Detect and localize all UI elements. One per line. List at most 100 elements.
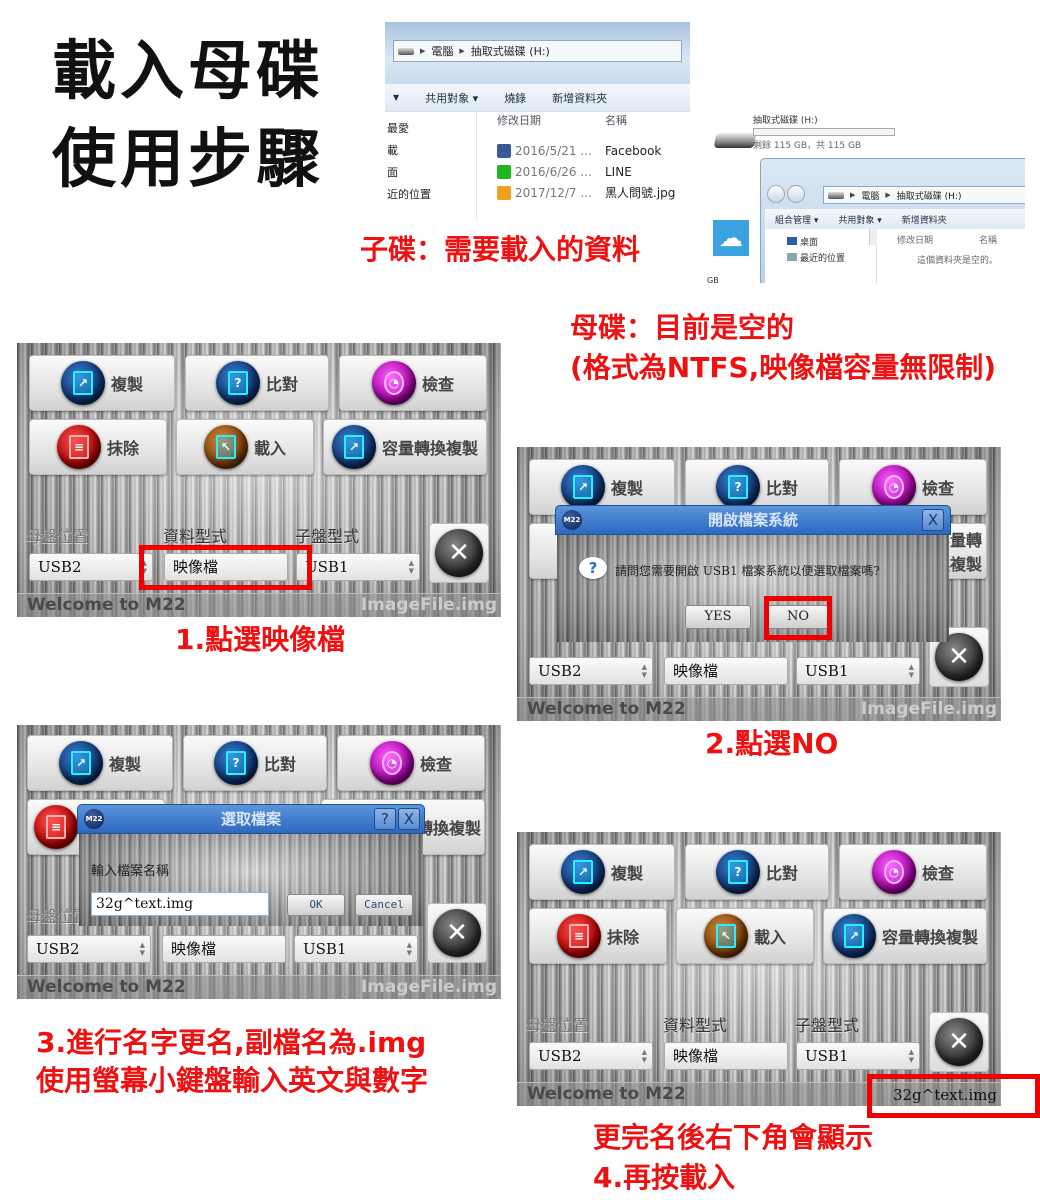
nav-label: 桌面 bbox=[800, 237, 819, 248]
column-modified[interactable]: 修改日期 bbox=[497, 112, 605, 128]
erase-button[interactable]: ≡ 抹除 bbox=[529, 908, 667, 964]
data-type-select[interactable]: 映像檔 bbox=[664, 1042, 788, 1070]
column-name[interactable]: 名稱 bbox=[605, 112, 627, 128]
nav-item-favorites[interactable]: 最愛 bbox=[385, 120, 476, 142]
organize-button[interactable]: 組合管理 ▾ bbox=[775, 213, 818, 226]
column-headers: 修改日期 名稱 bbox=[897, 233, 997, 246]
help-button[interactable]: ? bbox=[374, 808, 396, 830]
copy-icon: ↗ bbox=[58, 741, 103, 785]
wrench-icon: ✕ bbox=[935, 1018, 983, 1066]
yes-button[interactable]: YES bbox=[685, 605, 751, 629]
breadcrumb-computer[interactable]: 電腦 bbox=[861, 189, 879, 202]
select-value: USB1 bbox=[805, 662, 849, 680]
breadcrumb-drive[interactable]: 抽取式磁碟 (H:) bbox=[471, 43, 550, 59]
nav-item-downloads[interactable]: 載 bbox=[385, 142, 476, 164]
breadcrumb-computer[interactable]: 電腦 bbox=[431, 43, 453, 59]
copy-icon: ↗ bbox=[560, 465, 605, 509]
file-row[interactable]: 2017/12/7 ... 黑人問號.jpg bbox=[497, 182, 675, 203]
nav-item-recent[interactable]: 近的位置 bbox=[385, 186, 476, 208]
dialog-titlebar: M22 開啟檔案系統 X bbox=[555, 505, 951, 535]
settings-button[interactable]: ✕ bbox=[429, 523, 489, 583]
child-type-label: 子盤型式 bbox=[295, 527, 360, 546]
breadcrumb-arrow-icon: ▶ bbox=[459, 47, 465, 55]
welcome-text: Welcome to M22 bbox=[27, 977, 186, 997]
drive-label: 抽取式磁碟 (H:) bbox=[753, 116, 818, 126]
address-bar[interactable]: ▶ 電腦 ▶ 抽取式磁碟 (H:) bbox=[823, 186, 1025, 204]
close-button[interactable]: X bbox=[398, 808, 420, 830]
mother-location-select[interactable]: USB2 ▲ ▼ bbox=[529, 657, 653, 685]
compare-button[interactable]: ? 比對 bbox=[185, 355, 329, 411]
settings-button[interactable]: ✕ bbox=[427, 903, 487, 963]
data-type-select[interactable]: 映像檔 bbox=[664, 657, 788, 685]
cancel-button[interactable]: Cancel bbox=[355, 894, 413, 916]
button-label: 載入 bbox=[753, 928, 786, 947]
nav-item-recent[interactable]: 最近的位置 bbox=[787, 249, 876, 265]
share-with-button[interactable]: 共用對象 ▾ bbox=[838, 213, 881, 226]
button-label: 比對 bbox=[765, 864, 798, 883]
check-button[interactable]: ◔ 檢查 bbox=[339, 355, 487, 411]
nav-item-desktop[interactable]: 面 bbox=[385, 164, 476, 186]
settings-button[interactable]: ✕ bbox=[929, 1012, 989, 1072]
check-button[interactable]: ◔ 檢查 bbox=[337, 735, 485, 791]
column-headers: 修改日期 名稱 bbox=[497, 112, 627, 128]
check-icon: ◔ bbox=[371, 361, 416, 405]
copy-button[interactable]: ↗ 複製 bbox=[27, 735, 173, 791]
load-button[interactable]: ↖ 載入 bbox=[176, 419, 314, 475]
close-button[interactable]: X bbox=[922, 509, 944, 531]
data-type-label: 資料型式 bbox=[163, 527, 228, 546]
file-date: 2017/12/7 ... bbox=[515, 185, 592, 200]
erase-button[interactable]: ≡ 抹除 bbox=[29, 419, 167, 475]
removable-drive-icon bbox=[713, 133, 757, 148]
child-type-select[interactable]: USB1 ▲ ▼ bbox=[796, 1042, 920, 1070]
dialog-title: 選取檔案 bbox=[220, 810, 281, 828]
breadcrumb-drive[interactable]: 抽取式磁碟 (H:) bbox=[897, 189, 962, 202]
filename-input[interactable]: 32g^text.img bbox=[91, 892, 269, 916]
annotation-mother-disk: 母碟：目前是空的 (格式為NTFS,映像檔容量無限制) bbox=[570, 308, 996, 388]
mother-location-select[interactable]: USB2 ▲ ▼ bbox=[27, 935, 151, 963]
child-type-select[interactable]: USB1 ▲ ▼ bbox=[296, 553, 420, 581]
nav-scrollbar[interactable] bbox=[869, 229, 877, 245]
mother-location-select[interactable]: USB2 ▲ ▼ bbox=[29, 553, 153, 581]
forward-button[interactable] bbox=[787, 185, 805, 203]
explorer-toolbar: ▼ 共用對象 ▾ 燒錄 新增資料夾 bbox=[385, 84, 690, 112]
copy-button[interactable]: ↗ 複製 bbox=[29, 355, 175, 411]
child-type-select[interactable]: USB1 ▲ ▼ bbox=[796, 657, 920, 685]
data-type-select[interactable]: 映像檔 bbox=[162, 935, 286, 963]
mother-location-select[interactable]: USB2 ▲ ▼ bbox=[529, 1042, 653, 1070]
share-with-button[interactable]: 共用對象 ▾ bbox=[425, 90, 478, 106]
empty-folder-message: 這個資料夾是空的。 bbox=[917, 256, 999, 266]
nav-pane: 桌面 最近的位置 bbox=[765, 229, 877, 283]
capacity-copy-button[interactable]: ↗ 容量轉換複製 bbox=[823, 908, 987, 964]
chevron-down-icon[interactable]: ▼ bbox=[393, 93, 399, 102]
erase-icon: ≡ bbox=[56, 425, 101, 469]
file-row[interactable]: 2016/6/26 ... LINE bbox=[497, 161, 675, 182]
file-row[interactable]: 2016/5/21 ... Facebook bbox=[497, 140, 675, 161]
child-type-select[interactable]: USB1 ▲ ▼ bbox=[294, 935, 418, 963]
column-name[interactable]: 名稱 bbox=[979, 233, 997, 246]
load-button[interactable]: ↖ 載入 bbox=[676, 908, 814, 964]
select-value: USB1 bbox=[805, 1047, 849, 1065]
drive-free-space: 剩餘 115 GB，共 115 GB bbox=[753, 141, 862, 151]
select-value: USB2 bbox=[538, 662, 582, 680]
nav-item-desktop[interactable]: 桌面 bbox=[787, 233, 876, 249]
burn-button[interactable]: 燒錄 bbox=[504, 90, 526, 106]
select-value: USB2 bbox=[38, 558, 82, 576]
check-button[interactable]: ◔ 檢查 bbox=[839, 844, 987, 900]
explorer-window: ▶ 電腦 ▶ 抽取式磁碟 (H:) 組合管理 ▾ 共用對象 ▾ 新增資料夾 桌面… bbox=[760, 158, 1025, 283]
address-bar[interactable]: ▶ 電腦 ▶ 抽取式磁碟 (H:) bbox=[393, 40, 682, 62]
compare-button[interactable]: ? 比對 bbox=[183, 735, 327, 791]
breadcrumb-arrow-icon: ▶ bbox=[885, 191, 891, 199]
copy-button[interactable]: ↗ 複製 bbox=[529, 844, 675, 900]
copy-icon: ↗ bbox=[560, 850, 605, 894]
button-label: 抹除 bbox=[106, 439, 139, 458]
back-button[interactable] bbox=[767, 185, 785, 203]
new-folder-button[interactable]: 新增資料夾 bbox=[902, 213, 947, 226]
ok-button[interactable]: OK bbox=[287, 894, 345, 916]
explorer-child-disk-screenshot: ▶ 電腦 ▶ 抽取式磁碟 (H:) ▼ 共用對象 ▾ 燒錄 新增資料夾 最愛 載… bbox=[385, 22, 690, 220]
compare-button[interactable]: ? 比對 bbox=[685, 844, 829, 900]
new-folder-button[interactable]: 新增資料夾 bbox=[552, 90, 607, 106]
m22-panel-step3: ↗ 複製 ? 比對 ◔ 檢查 ≡ 容量轉換複製 母盤位置 USB2 ▲ ▼ 映像檔 USB… bbox=[17, 725, 501, 999]
capacity-copy-button[interactable]: ↗ 容量轉換複製 bbox=[323, 419, 487, 475]
column-modified[interactable]: 修改日期 bbox=[897, 233, 933, 246]
status-bar: Welcome to M22 ImageFile.img bbox=[17, 975, 501, 999]
